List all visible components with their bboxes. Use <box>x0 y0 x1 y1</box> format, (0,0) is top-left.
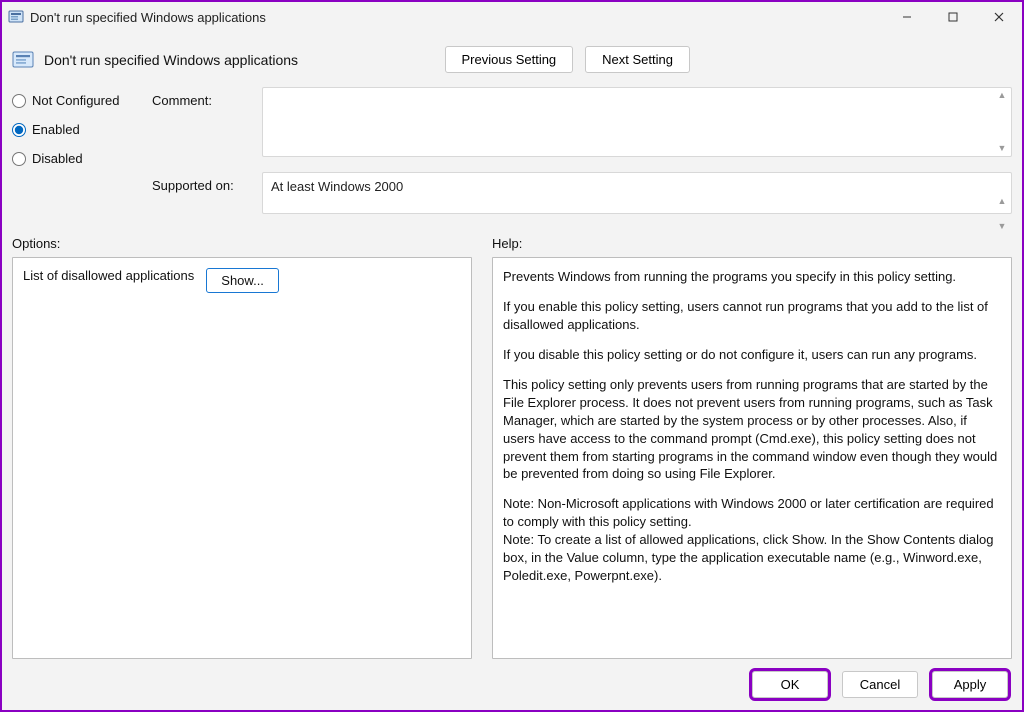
policy-large-icon <box>12 49 34 71</box>
policy-name: Don't run specified Windows applications <box>44 52 298 68</box>
help-p4: This policy setting only prevents users … <box>503 376 1001 484</box>
section-headers: Options: Help: <box>2 222 1022 257</box>
comment-label: Comment: <box>152 87 262 108</box>
supported-scroll-icon: ▲▼ <box>996 194 1008 234</box>
window-title: Don't run specified Windows applications <box>30 10 266 25</box>
ok-button[interactable]: OK <box>752 671 828 698</box>
config-area: Not Configured Enabled Disabled Comment:… <box>2 83 1022 222</box>
policy-editor-window: Don't run specified Windows applications… <box>0 0 1024 712</box>
supported-on-label: Supported on: <box>152 172 262 193</box>
help-p5: Note: Non-Microsoft applications with Wi… <box>503 495 1001 531</box>
help-p3: If you disable this policy setting or do… <box>503 346 1001 364</box>
apply-button[interactable]: Apply <box>932 671 1008 698</box>
policy-icon <box>8 9 24 25</box>
supported-on-box: At least Windows 2000 ▲▼ <box>262 172 1012 214</box>
previous-setting-button[interactable]: Previous Setting <box>445 46 574 73</box>
radio-disabled[interactable]: Disabled <box>12 151 152 166</box>
help-p6: Note: To create a list of allowed applic… <box>503 531 1001 585</box>
minimize-button[interactable] <box>884 2 930 32</box>
options-header: Options: <box>12 236 472 251</box>
radio-enabled[interactable]: Enabled <box>12 122 152 137</box>
help-p2: If you enable this policy setting, users… <box>503 298 1001 334</box>
supported-on-value: At least Windows 2000 <box>271 179 403 194</box>
header-row: Don't run specified Windows applications… <box>2 32 1022 83</box>
panels: List of disallowed applications Show... … <box>2 257 1022 659</box>
maximize-button[interactable] <box>930 2 976 32</box>
help-header: Help: <box>492 236 1012 251</box>
state-radio-group: Not Configured Enabled Disabled <box>12 87 152 166</box>
radio-disabled-input[interactable] <box>12 152 26 166</box>
radio-not-configured-input[interactable] <box>12 94 26 108</box>
next-setting-button[interactable]: Next Setting <box>585 46 690 73</box>
radio-enabled-input[interactable] <box>12 123 26 137</box>
titlebar: Don't run specified Windows applications <box>2 2 1022 32</box>
cancel-button[interactable]: Cancel <box>842 671 918 698</box>
options-panel: List of disallowed applications Show... <box>12 257 472 659</box>
radio-enabled-label: Enabled <box>32 122 80 137</box>
radio-not-configured-label: Not Configured <box>32 93 119 108</box>
show-button[interactable]: Show... <box>206 268 279 293</box>
help-p1: Prevents Windows from running the progra… <box>503 268 1001 286</box>
radio-disabled-label: Disabled <box>32 151 83 166</box>
close-button[interactable] <box>976 2 1022 32</box>
comment-scroll-icon: ▲▼ <box>996 88 1008 156</box>
help-panel: Prevents Windows from running the progra… <box>492 257 1012 659</box>
radio-not-configured[interactable]: Not Configured <box>12 93 152 108</box>
footer: OK Cancel Apply <box>2 659 1022 710</box>
disallowed-apps-label: List of disallowed applications <box>23 268 194 283</box>
comment-textarea[interactable]: ▲▼ <box>262 87 1012 157</box>
